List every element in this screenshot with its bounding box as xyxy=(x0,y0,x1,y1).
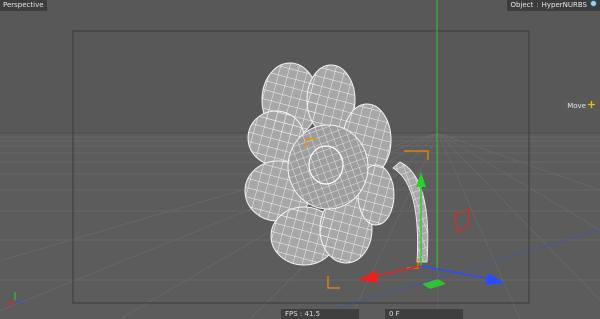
object-separator: : xyxy=(536,1,539,9)
3d-viewport[interactable] xyxy=(0,0,600,319)
object-label: Object xyxy=(510,1,534,9)
move-tool-indicator[interactable]: Move xyxy=(564,101,598,112)
frame-readout: 0 F xyxy=(385,309,463,319)
frame-value: 0 F xyxy=(389,310,400,318)
move-cross-icon xyxy=(588,101,595,112)
fps-label: FPS xyxy=(285,310,298,318)
hypernurbs-icon xyxy=(590,0,597,11)
object-name: HyperNURBS xyxy=(541,1,587,9)
object-info-label: Object : HyperNURBS xyxy=(507,0,600,11)
move-label: Move xyxy=(567,102,586,110)
fps-value: 41.5 xyxy=(304,310,321,318)
viewport-name-label[interactable]: Perspective xyxy=(0,0,47,11)
fps-readout: FPS : 41.5 xyxy=(281,309,359,319)
